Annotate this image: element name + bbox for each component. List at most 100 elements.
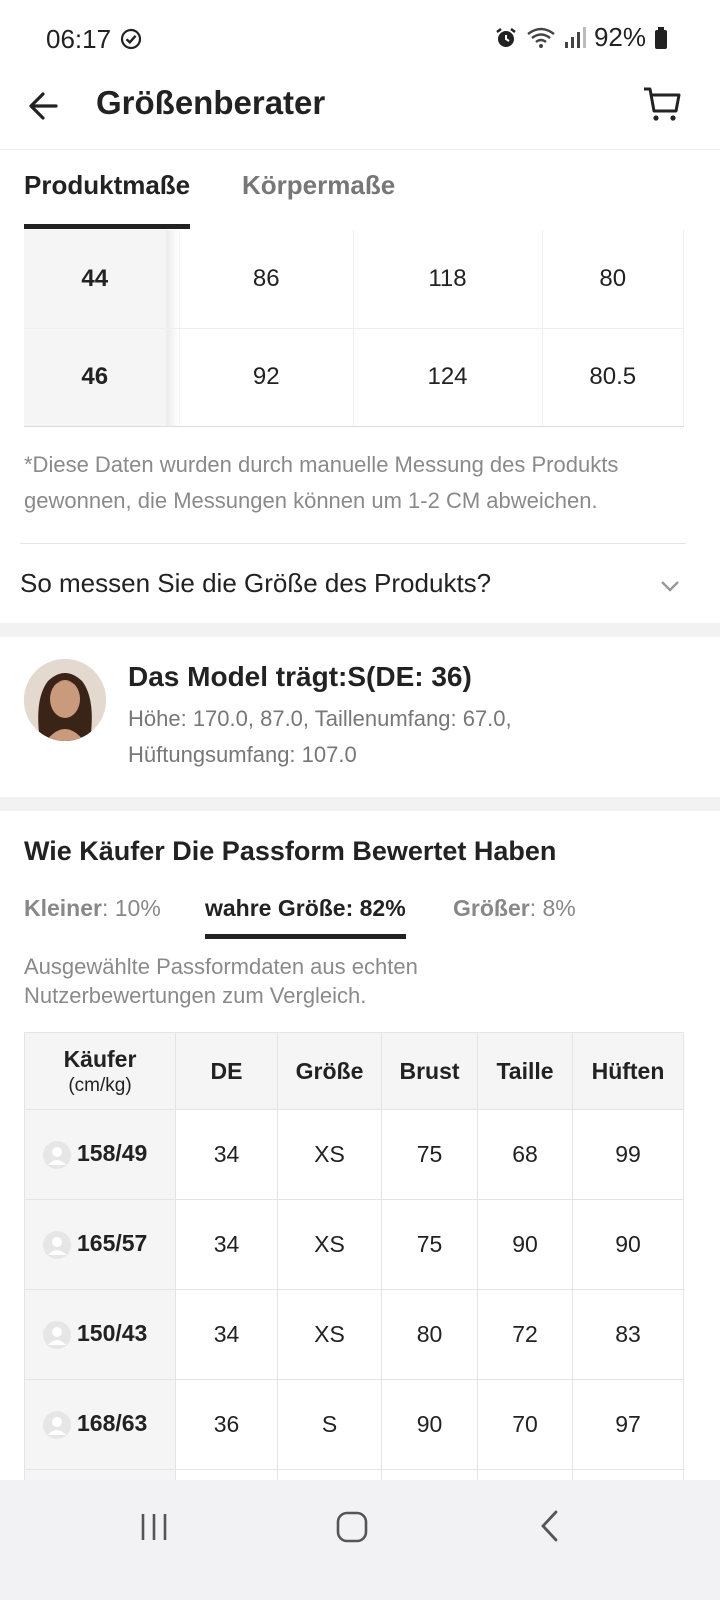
size-cell: XS <box>277 1109 382 1200</box>
header-hips: Hüften <box>572 1032 684 1110</box>
scroll-shadow <box>166 230 180 329</box>
recents-icon[interactable] <box>138 1506 170 1546</box>
buyer-cell: 168/63 <box>24 1379 176 1470</box>
scroll-shadow <box>166 328 180 427</box>
status-bar: 06:17 92% <box>0 0 720 80</box>
table-cell: 80 <box>542 230 684 329</box>
waist-cell: 90 <box>477 1199 573 1290</box>
table-cell: 86 <box>180 230 354 329</box>
bust-cell: 90 <box>381 1379 478 1470</box>
product-size-table: 44 86 118 80 46 92 124 80.5 <box>24 230 684 427</box>
buyer-cell: 150/43 <box>24 1289 176 1380</box>
measurement-note: *Diese Daten wurden durch manuelle Messu… <box>24 452 619 513</box>
back-icon[interactable] <box>534 1506 566 1546</box>
cart-icon[interactable] <box>642 84 682 124</box>
tab-body-measurements[interactable]: Körpermaße <box>242 170 395 201</box>
table-row: 44 86 118 80 <box>24 230 684 329</box>
signal-icon <box>564 26 586 48</box>
header-de: DE <box>175 1032 278 1110</box>
fit-smaller-label: Kleiner <box>24 895 102 921</box>
header-buyer-label: Käufer <box>63 1045 137 1072</box>
app-header: Größenberater <box>0 80 720 150</box>
user-icon <box>43 1140 71 1169</box>
size-cell: 44 <box>24 230 167 329</box>
size-cell: XS <box>277 1199 382 1290</box>
table-row: 150/43 34 XS 80 72 83 <box>24 1289 684 1380</box>
fit-tab-true-size[interactable]: wahre Größe: 82% <box>205 895 406 939</box>
chevron-down-icon <box>661 581 679 592</box>
table-cell: 118 <box>353 230 543 329</box>
de-cell: 34 <box>175 1199 278 1290</box>
tab-label: Produktmaße <box>24 170 191 200</box>
alarm-icon <box>496 27 516 47</box>
tab-product-measurements[interactable]: Produktmaße <box>24 170 191 229</box>
buyer-value: 165/57 <box>77 1230 148 1257</box>
fit-larger-value: : 8% <box>529 895 576 921</box>
model-size-title: Das Model trägt:S(DE: 36) <box>128 661 472 692</box>
table-row: 46 92 124 80.5 <box>24 328 684 427</box>
system-nav-bar <box>0 1480 720 1600</box>
model-avatar <box>24 659 106 741</box>
fit-smaller-value: : 10% <box>101 895 161 921</box>
model-measurements-line1: Höhe: 170.0, 87.0, Taillenumfang: 67.0, <box>128 706 512 731</box>
section-divider <box>0 797 720 811</box>
status-right: 92% <box>494 22 668 53</box>
page-title: Größenberater <box>96 84 326 121</box>
buyer-value: 158/49 <box>77 1140 148 1167</box>
fit-larger-label: Größer <box>453 895 530 921</box>
table-cell: 92 <box>180 328 354 427</box>
bust-cell: 80 <box>381 1289 478 1380</box>
fit-tab-larger[interactable]: Größer: 8% <box>453 895 576 922</box>
size-advisor-screen: 06:17 92% Größenberater Produktmaße Körp… <box>0 0 720 1600</box>
table-row: 168/63 36 S 90 70 97 <box>24 1379 684 1470</box>
how-to-measure-label: So messen Sie die Größe des Produkts? <box>20 568 492 598</box>
user-icon <box>43 1320 71 1349</box>
user-icon <box>43 1410 71 1439</box>
fit-section-title: Wie Käufer Die Passform Bewertet Haben <box>24 836 557 866</box>
size-cell: 46 <box>24 328 167 427</box>
table-row: 158/49 34 XS 75 68 99 <box>24 1109 684 1200</box>
waist-cell: 68 <box>477 1109 573 1200</box>
table-cell: 80.5 <box>542 328 684 427</box>
fit-tabs: Kleiner: 10% wahre Größe: 82% Größer: 8% <box>0 895 720 945</box>
model-measurements: Höhe: 170.0, 87.0, Taillenumfang: 67.0, … <box>128 701 698 773</box>
active-fit-indicator <box>205 934 406 939</box>
buyer-cell: 165/57 <box>24 1199 176 1290</box>
model-measurements-line2: Hüftungsumfang: 107.0 <box>128 742 357 767</box>
battery-icon <box>655 26 667 49</box>
model-photo <box>24 659 106 741</box>
size-cell: XS <box>277 1289 382 1380</box>
fit-description: Ausgewählte Passformdaten aus echten Nut… <box>24 954 418 1008</box>
wifi-icon <box>527 27 555 48</box>
tab-label: Körpermaße <box>242 170 396 200</box>
header-size: Größe <box>277 1032 382 1110</box>
de-cell: 36 <box>175 1379 278 1470</box>
status-time: 06:17 <box>46 24 112 54</box>
back-arrow-icon[interactable] <box>26 86 66 126</box>
de-cell: 34 <box>175 1109 278 1200</box>
buyer-value: 168/63 <box>77 1410 148 1437</box>
header-bust: Brust <box>381 1032 478 1110</box>
user-icon <box>43 1230 71 1259</box>
battery-percent: 92% <box>593 22 646 52</box>
size-cell: S <box>277 1379 382 1470</box>
buyer-cell: 158/49 <box>24 1109 176 1200</box>
header-buyer: Käufer (cm/kg) <box>24 1032 176 1110</box>
home-icon[interactable] <box>334 1506 370 1546</box>
bust-cell: 75 <box>381 1109 478 1200</box>
header-waist: Taille <box>477 1032 573 1110</box>
how-to-measure-row[interactable]: So messen Sie die Größe des Produkts? <box>20 543 686 623</box>
section-divider <box>0 623 720 637</box>
hips-cell: 99 <box>572 1109 684 1200</box>
check-circle-icon <box>120 28 142 50</box>
buyer-value: 150/43 <box>77 1320 148 1347</box>
waist-cell: 70 <box>477 1379 573 1470</box>
fit-tab-smaller[interactable]: Kleiner: 10% <box>24 895 161 922</box>
table-row: 165/57 34 XS 75 90 90 <box>24 1199 684 1290</box>
active-tab-indicator <box>24 224 191 229</box>
bust-cell: 75 <box>381 1199 478 1290</box>
waist-cell: 72 <box>477 1289 573 1380</box>
fit-true-label: wahre Größe: 82% <box>205 895 406 921</box>
de-cell: 34 <box>175 1289 278 1380</box>
measurement-tabs: Produktmaße Körpermaße <box>0 150 720 230</box>
